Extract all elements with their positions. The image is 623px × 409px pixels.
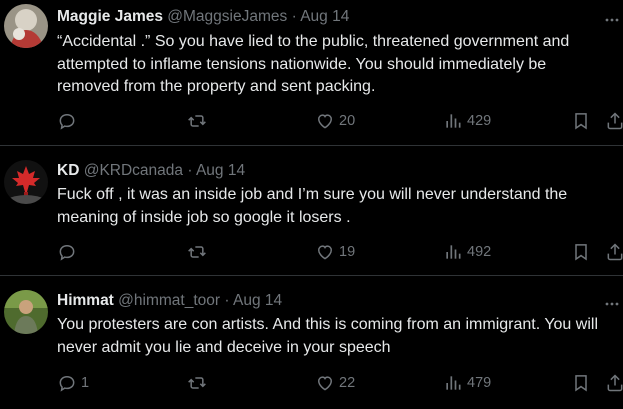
like-button[interactable]: 19 xyxy=(315,241,355,263)
heart-icon xyxy=(317,114,333,129)
bookmark-icon xyxy=(575,113,587,130)
author-name[interactable]: KD xyxy=(57,162,79,179)
reply-button[interactable] xyxy=(57,241,81,263)
author-handle[interactable]: @KRDcanada xyxy=(84,162,183,179)
retweet-icon xyxy=(188,246,206,258)
bookmark-button[interactable] xyxy=(571,110,591,132)
views-icon xyxy=(446,376,461,390)
tweet-text: Fuck off , it was an inside job and I’m … xyxy=(57,186,568,226)
separator: · xyxy=(224,292,230,309)
reply-icon xyxy=(59,113,75,130)
separator: · xyxy=(187,162,193,179)
tweet-header: Himmat @himmat_toor · Aug 14 xyxy=(57,291,282,311)
like-count: 20 xyxy=(339,113,356,129)
action-bar: 1 22 479 xyxy=(57,372,623,394)
author-name[interactable]: Himmat xyxy=(57,292,114,309)
retweet-icon xyxy=(188,115,206,127)
tweet-header: KD @KRDcanada · Aug 14 xyxy=(57,161,245,181)
heart-icon xyxy=(317,376,333,391)
view-count: 479 xyxy=(467,375,492,391)
avatar[interactable] xyxy=(4,290,48,334)
retweet-button[interactable] xyxy=(187,372,211,394)
heart-icon xyxy=(317,245,333,260)
tweet[interactable]: Himmat @himmat_toor · Aug 14 You protest… xyxy=(0,276,623,409)
tweet-date[interactable]: Aug 14 xyxy=(300,8,349,25)
author-handle[interactable]: @himmat_toor xyxy=(118,292,220,309)
tweet-date[interactable]: Aug 14 xyxy=(196,162,245,179)
tweet[interactable]: Maggie James @MaggsieJames · Aug 14 “Acc… xyxy=(0,0,623,146)
author-name[interactable]: Maggie James xyxy=(57,8,163,25)
avatar[interactable] xyxy=(4,160,48,204)
bookmark-icon xyxy=(575,244,587,261)
views-button[interactable]: 429 xyxy=(443,110,491,132)
like-count: 22 xyxy=(339,375,356,391)
author-handle[interactable]: @MaggsieJames xyxy=(167,8,287,25)
share-icon xyxy=(607,374,623,392)
more-icon[interactable] xyxy=(605,14,619,24)
like-button[interactable]: 22 xyxy=(315,372,355,394)
more-icon[interactable] xyxy=(605,298,619,308)
retweet-button[interactable] xyxy=(187,241,211,263)
bookmark-button[interactable] xyxy=(571,241,591,263)
action-bar: 20 429 xyxy=(57,110,623,132)
action-bar: 19 492 xyxy=(57,241,623,263)
reply-count: 1 xyxy=(81,375,90,391)
views-icon xyxy=(446,114,461,128)
share-button[interactable] xyxy=(605,110,623,132)
like-button[interactable]: 20 xyxy=(315,110,355,132)
tweet-text: “Accidental .” So you have lied to the p… xyxy=(57,33,570,95)
retweet-button[interactable] xyxy=(187,110,211,132)
reply-button[interactable] xyxy=(57,110,81,132)
views-icon xyxy=(446,245,461,259)
views-button[interactable]: 479 xyxy=(443,372,491,394)
retweet-icon xyxy=(188,377,206,389)
tweet-date[interactable]: Aug 14 xyxy=(233,292,282,309)
bookmark-button[interactable] xyxy=(571,372,591,394)
tweet-header: Maggie James @MaggsieJames · Aug 14 xyxy=(57,7,349,27)
tweet-text: You protesters are con artists. And this… xyxy=(57,316,598,356)
bookmark-icon xyxy=(575,375,587,392)
views-button[interactable]: 492 xyxy=(443,241,491,263)
view-count: 492 xyxy=(467,244,492,260)
like-count: 19 xyxy=(339,244,356,260)
reply-button[interactable]: 1 xyxy=(57,372,89,394)
share-button[interactable] xyxy=(605,372,623,394)
share-icon xyxy=(607,243,623,261)
reply-icon xyxy=(59,244,75,261)
share-icon xyxy=(607,112,623,130)
reply-icon xyxy=(59,375,75,392)
tweet[interactable]: KD @KRDcanada · Aug 14 Fuck off , it was… xyxy=(0,146,623,276)
share-button[interactable] xyxy=(605,241,623,263)
separator: · xyxy=(291,8,297,25)
view-count: 429 xyxy=(467,113,492,129)
avatar[interactable] xyxy=(4,4,48,48)
